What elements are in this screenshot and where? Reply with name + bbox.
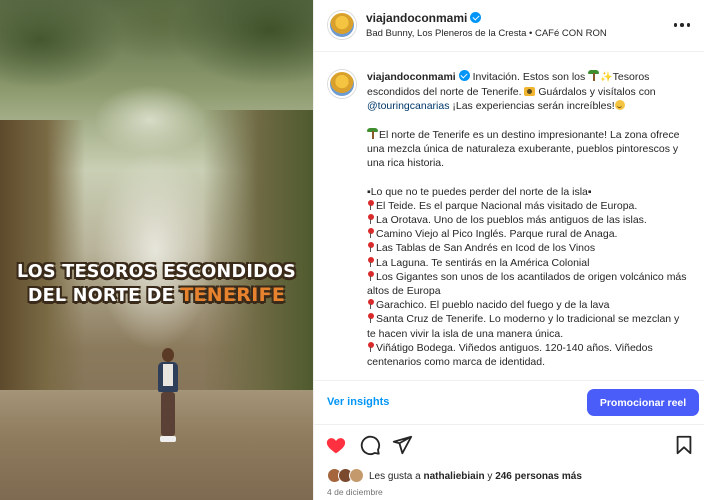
camera-icon [524, 87, 536, 97]
caption-username[interactable]: viajandoconmami [367, 71, 456, 83]
caption-intro-c: Guárdalos y visítalos con [538, 86, 656, 99]
view-insights-link[interactable]: Ver insights [327, 396, 389, 408]
palm-tree-icon [367, 127, 378, 139]
overlay-line2-accent: TENERIFE [180, 284, 286, 306]
list-item: Camino Viejo al Pico Inglés. Parque rura… [367, 227, 687, 241]
video-overlay-title-line2: DEL NORTE DE TENERIFE [0, 284, 313, 306]
likes-others[interactable]: 246 personas más [495, 471, 582, 482]
pin-icon [367, 313, 374, 324]
palm-tree-icon [588, 70, 600, 81]
pin-icon [367, 199, 374, 210]
video-overlay-title-line1: LOS TESOROS ESCONDIDOS [16, 262, 297, 282]
walking-person [155, 348, 181, 446]
likes-user[interactable]: nathaliebiain [424, 471, 485, 482]
pin-icon [367, 214, 374, 224]
verified-badge-icon [458, 70, 470, 81]
likes-summary: Les gusta a nathaliebiain y 246 personas… [327, 468, 582, 484]
list-item: La Orotava. Uno de los pueblos más antig… [367, 213, 687, 227]
post-date: 4 de diciembre [327, 487, 383, 497]
pin-icon [367, 341, 374, 352]
header-username[interactable]: viajandoconmami [366, 11, 482, 25]
list-item: El Teide. Es el parque Nacional más visi… [367, 199, 687, 213]
avatar[interactable] [328, 11, 356, 39]
mention-link[interactable]: @touringcanarias [367, 100, 449, 112]
pin-icon [367, 299, 374, 310]
header-username-text[interactable]: viajandoconmami [366, 11, 467, 25]
list-header: ▪Lo que no te puedes perder del norte de… [367, 185, 592, 198]
pin-icon [367, 256, 374, 267]
fog-light [95, 150, 215, 350]
likes-middle: y [487, 470, 493, 482]
insights-bar: Ver insights Promocionar reel [314, 380, 704, 425]
share-icon[interactable] [391, 434, 413, 456]
list-item: Los Gigantes son unos de los acantilados… [367, 270, 687, 298]
music-info[interactable]: Bad Bunny, Los Pleneros de la Cresta • C… [366, 28, 607, 39]
bookmark-icon[interactable] [673, 434, 695, 456]
sparkles-icon: ✨ [600, 72, 613, 83]
post-details-panel: viajandoconmami Bad Bunny, Los Pleneros … [313, 0, 704, 500]
caption-avatar[interactable] [328, 70, 356, 98]
list-item: Garachico. El pueblo nacido del fuego y … [367, 298, 687, 312]
overlay-line2-prefix: DEL NORTE DE [27, 286, 174, 306]
liker-avatar [349, 468, 364, 483]
more-options-icon[interactable] [673, 16, 691, 34]
promote-reel-button[interactable]: Promocionar reel [587, 389, 699, 416]
post-viewer: LOS TESOROS ESCONDIDOS DEL NORTE DE TENE… [0, 0, 704, 500]
caption-text: viajandoconmami Invitación. Estos son lo… [367, 70, 687, 369]
comment-icon[interactable] [359, 434, 381, 456]
caption-intro-d: ¡Las experiencias serán increíbles! [452, 100, 615, 113]
action-bar [314, 425, 704, 465]
list-item: Santa Cruz de Tenerife. Lo moderno y lo … [367, 313, 680, 340]
pin-icon [367, 242, 374, 253]
verified-badge-icon [470, 12, 482, 23]
list-item: Las Tablas de San Andrés en Icod de los … [367, 241, 687, 255]
post-header: viajandoconmami Bad Bunny, Los Pleneros … [314, 0, 704, 52]
list-item: Viñátigo Bodega. Viñedos antiguos. 120-1… [367, 341, 653, 369]
caption-intro-a: Invitación. Estos son los [472, 71, 586, 83]
caption-para2: El norte de Tenerife es un destino impre… [367, 128, 680, 170]
likes-prefix: Les gusta a [369, 470, 421, 482]
reel-video[interactable]: LOS TESOROS ESCONDIDOS DEL NORTE DE TENE… [0, 0, 313, 500]
caption-area: viajandoconmami Invitación. Estos son lo… [314, 52, 704, 380]
list-item: La Laguna. Te sentirás en la América Col… [367, 256, 687, 270]
smile-icon [614, 100, 625, 111]
heart-filled-icon[interactable] [325, 434, 347, 456]
liker-avatars[interactable] [327, 468, 365, 484]
pin-icon [367, 270, 374, 281]
pin-icon [367, 228, 374, 239]
